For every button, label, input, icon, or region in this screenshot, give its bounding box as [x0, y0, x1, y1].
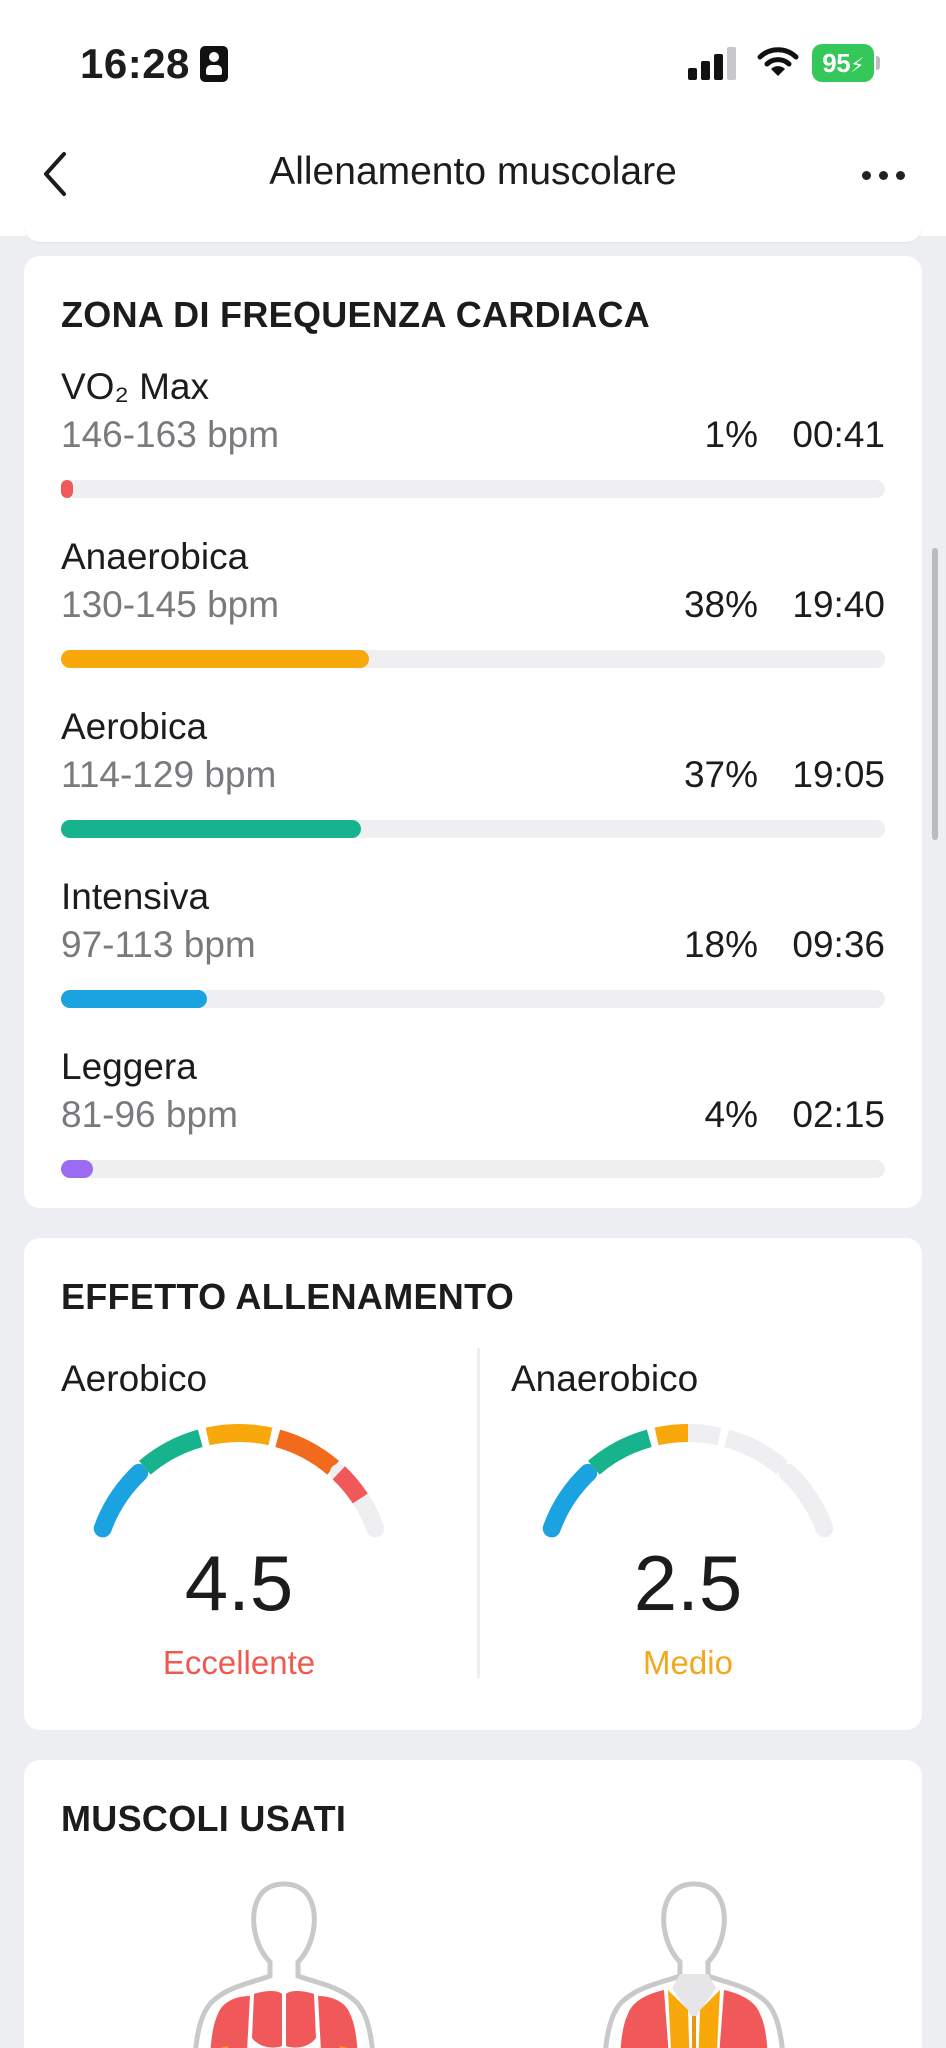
zone-range: 114-129 bpm: [61, 754, 277, 795]
zone-progress-fill: [61, 650, 369, 668]
zone-intensive: Intensiva 97-113 bpm 18% 09:36: [24, 876, 922, 1046]
zone-progress-track: [61, 480, 885, 498]
zone-name: Intensiva: [61, 876, 210, 917]
zone-anaerobic: Anaerobica 130-145 bpm 38% 19:40: [24, 536, 922, 706]
cellular-signal-icon: [688, 46, 736, 80]
zone-progress-fill: [61, 820, 361, 838]
zone-name: Aerobica: [61, 706, 208, 747]
zone-progress-track: [61, 820, 885, 838]
contact-card-icon: [200, 46, 228, 82]
training-effect-title: EFFETTO ALLENAMENTO: [61, 1276, 515, 1317]
page-title: Allenamento muscolare: [269, 150, 677, 193]
zone-progress-fill: [61, 480, 73, 498]
zone-range: 81-96 bpm: [61, 1094, 238, 1135]
training-effect-card: EFFETTO ALLENAMENTO Aerobico 4.5 Eccelle…: [24, 1238, 922, 1730]
gauge-track-segment: [778, 1463, 834, 1538]
scrollbar[interactable]: [932, 548, 938, 840]
gauge-fill-segment: [138, 1429, 203, 1475]
zone-progress-fill: [61, 990, 207, 1008]
zone-percent: 4%: [704, 1094, 758, 1135]
heart-rate-zones-card: ZONA DI FREQUENZA CARDIACA VO₂ Max 146-1…: [24, 256, 922, 1208]
zone-range: 97-113 bpm: [61, 924, 256, 965]
aerobic-effect: Aerobico 4.5 Eccellente: [24, 1358, 473, 1688]
muscles-used-title: MUSCOLI USATI: [61, 1798, 347, 1839]
gauge-fill-segment: [275, 1429, 340, 1475]
back-body-muscle-map: [603, 1881, 785, 2048]
zone-range: 130-145 bpm: [61, 584, 280, 625]
zone-duration: 19:05: [792, 754, 885, 795]
battery-level: 95: [822, 48, 851, 78]
anaerobic-effect: Anaerobico 2.5 Medio: [473, 1358, 922, 1688]
front-body-muscle-map: [193, 1881, 375, 2048]
zone-range: 146-163 bpm: [61, 414, 280, 455]
zone-progress-fill: [61, 1160, 93, 1178]
zone-duration: 09:36: [792, 924, 885, 965]
zone-progress-track: [61, 650, 885, 668]
more-options-icon[interactable]: [862, 166, 906, 186]
gauge-fill-segment: [587, 1429, 652, 1475]
zone-duration: 02:15: [792, 1094, 885, 1135]
wifi-icon: [757, 47, 799, 76]
zone-percent: 1%: [704, 414, 758, 455]
zone-percent: 38%: [683, 584, 758, 625]
gauge-track-segment: [724, 1429, 789, 1475]
zone-aerobic: Aerobica 114-129 bpm 37% 19:05: [24, 706, 922, 876]
zone-duration: 00:41: [792, 414, 885, 455]
zone-percent: 37%: [683, 754, 758, 795]
zone-duration: 19:40: [792, 584, 885, 625]
gauge-fill-segment: [654, 1424, 689, 1446]
anaerobic-effect-value: 2.5: [633, 1539, 743, 1627]
gauge-fill-segment: [93, 1463, 149, 1538]
zone-percent: 18%: [683, 924, 758, 965]
zone-vo2max: VO₂ Max 146-163 bpm 1% 00:41: [24, 366, 922, 536]
gauge-fill-segment: [205, 1424, 273, 1446]
status-time: 16:28: [80, 40, 190, 87]
zone-light: Leggera 81-96 bpm 4% 02:15: [24, 1046, 922, 1216]
gauge-fill-segment: [542, 1463, 598, 1538]
aerobic-effect-level: Eccellente: [162, 1644, 316, 1681]
zone-progress-track: [61, 990, 885, 1008]
muscles-used-card: MUSCOLI USATI: [24, 1760, 922, 2048]
app-header: 16:28 95⚡ Allenamento muscolare: [0, 0, 946, 236]
zone-name: Leggera: [61, 1046, 197, 1087]
gauge-fill-segment: [332, 1466, 368, 1504]
zone-progress-track: [61, 1160, 885, 1178]
zone-name: Anaerobica: [61, 536, 249, 577]
zone-name: VO₂ Max: [61, 366, 209, 407]
anaerobic-effect-level: Medio: [643, 1644, 733, 1681]
aerobic-effect-value: 4.5: [184, 1539, 294, 1627]
battery-icon: 95⚡: [812, 44, 880, 82]
anaerobic-effect-label: Anaerobico: [511, 1358, 699, 1399]
previous-card-edge: [24, 226, 922, 242]
aerobic-effect-label: Aerobico: [61, 1358, 208, 1399]
heart-rate-zones-title: ZONA DI FREQUENZA CARDIACA: [61, 294, 651, 335]
